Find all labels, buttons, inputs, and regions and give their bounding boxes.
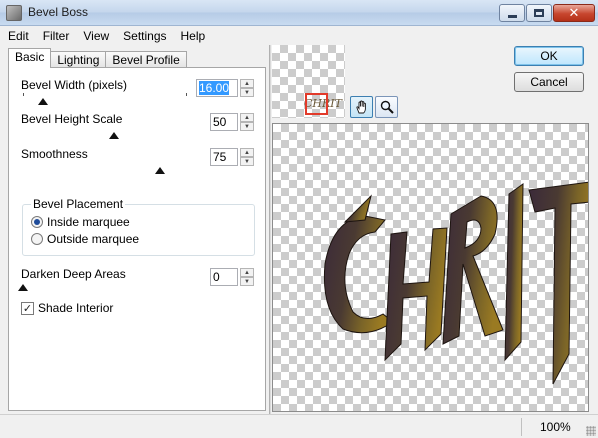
darken-deep-spinner[interactable]: ▲ ▼ <box>240 268 254 286</box>
bevel-height-value: 50 <box>213 115 227 129</box>
bevel-height-spinner[interactable]: ▲ ▼ <box>240 113 254 131</box>
tab-strip: Basic Lighting Bevel Profile <box>8 48 187 68</box>
zoom-tool-button[interactable] <box>375 96 398 118</box>
smoothness-spinner[interactable]: ▲ ▼ <box>240 148 254 166</box>
outside-marquee-label: Outside marquee <box>47 232 140 246</box>
bevel-width-input[interactable]: 16.00 <box>196 79 238 97</box>
spin-down-icon[interactable]: ▼ <box>240 277 254 286</box>
zoom-icon <box>380 100 394 114</box>
spin-down-icon[interactable]: ▼ <box>240 157 254 166</box>
maximize-button[interactable] <box>526 4 552 22</box>
spin-up-icon[interactable]: ▲ <box>240 148 254 157</box>
menu-help[interactable]: Help <box>181 29 206 43</box>
cancel-button[interactable]: Cancel <box>514 72 584 92</box>
ok-button[interactable]: OK <box>514 46 584 66</box>
darken-deep-thumb[interactable] <box>18 284 28 291</box>
close-icon: ✕ <box>568 5 580 21</box>
bevel-width-label: Bevel Width (pixels) <box>21 78 128 92</box>
bevel-placement-title: Bevel Placement <box>31 197 126 211</box>
bevel-height-label: Bevel Height Scale <box>21 112 123 126</box>
title-bar: Bevel Boss ✕ <box>0 0 598 26</box>
smoothness-thumb[interactable] <box>154 167 165 174</box>
darken-deep-track[interactable] <box>23 283 201 284</box>
inside-marquee-label: Inside marquee <box>47 215 130 229</box>
shade-interior-label: Shade Interior <box>38 301 114 315</box>
shade-interior-option[interactable]: ✓ Shade Interior <box>21 301 113 315</box>
status-bar: 100% <box>0 414 598 438</box>
menu-settings[interactable]: Settings <box>123 29 166 43</box>
smoothness-track[interactable] <box>23 166 205 167</box>
darken-deep-input[interactable]: 0 <box>210 268 238 286</box>
outside-marquee-radio[interactable] <box>31 233 43 245</box>
menu-edit[interactable]: Edit <box>8 29 29 43</box>
bevel-placement-group: Bevel Placement Inside marquee Outside m… <box>22 197 255 256</box>
bevel-height-input[interactable]: 50 <box>210 113 238 131</box>
outside-marquee-option[interactable]: Outside marquee <box>31 232 139 246</box>
bevel-width-spinner[interactable]: ▲ ▼ <box>240 79 254 97</box>
slider-tick <box>23 93 24 96</box>
darken-deep-label: Darken Deep Areas <box>21 267 126 281</box>
app-icon <box>6 5 22 21</box>
tab-lighting[interactable]: Lighting <box>50 51 107 68</box>
close-button[interactable]: ✕ <box>553 4 595 22</box>
minimize-button[interactable] <box>499 4 525 22</box>
window-title: Bevel Boss <box>28 5 89 19</box>
status-separator <box>521 418 522 436</box>
preview-canvas[interactable] <box>272 123 589 412</box>
preview-letters <box>323 181 588 385</box>
navigator-view-box[interactable] <box>305 93 328 115</box>
smoothness-value: 75 <box>213 150 227 164</box>
menu-view[interactable]: View <box>83 29 109 43</box>
smoothness-input[interactable]: 75 <box>210 148 238 166</box>
maximize-icon <box>534 9 544 17</box>
spin-up-icon[interactable]: ▲ <box>240 113 254 122</box>
smoothness-label: Smoothness <box>21 147 88 161</box>
spin-up-icon[interactable]: ▲ <box>240 268 254 277</box>
bevel-width-thumb[interactable] <box>37 98 48 105</box>
shade-interior-checkbox[interactable]: ✓ <box>21 301 34 315</box>
inside-marquee-radio[interactable] <box>31 216 43 228</box>
minimize-icon <box>507 14 517 18</box>
slider-tick <box>186 93 187 96</box>
hand-icon <box>355 100 366 114</box>
menu-bar: Edit Filter View Settings Help <box>0 26 598 45</box>
tab-bevel-profile[interactable]: Bevel Profile <box>105 51 187 68</box>
menu-filter[interactable]: Filter <box>43 29 70 43</box>
resize-grip-icon[interactable] <box>586 426 596 436</box>
pane-divider <box>269 45 271 414</box>
bevel-width-value: 16.00 <box>199 81 230 95</box>
spin-down-icon[interactable]: ▼ <box>240 122 254 131</box>
preview-artwork <box>323 181 588 385</box>
spin-up-icon[interactable]: ▲ <box>240 79 254 88</box>
tab-basic[interactable]: Basic <box>8 48 52 68</box>
inside-marquee-option[interactable]: Inside marquee <box>31 215 130 229</box>
zoom-level: 100% <box>540 420 571 434</box>
basic-panel: Bevel Width (pixels) 16.00 ▲ ▼ Bevel Heig… <box>8 67 266 411</box>
hand-tool-button[interactable] <box>350 96 373 118</box>
bevel-height-thumb[interactable] <box>109 132 119 139</box>
spin-down-icon[interactable]: ▼ <box>240 88 254 97</box>
darken-deep-value: 0 <box>213 270 220 284</box>
dialog-body: Basic Lighting Bevel Profile Bevel Width… <box>0 45 598 414</box>
